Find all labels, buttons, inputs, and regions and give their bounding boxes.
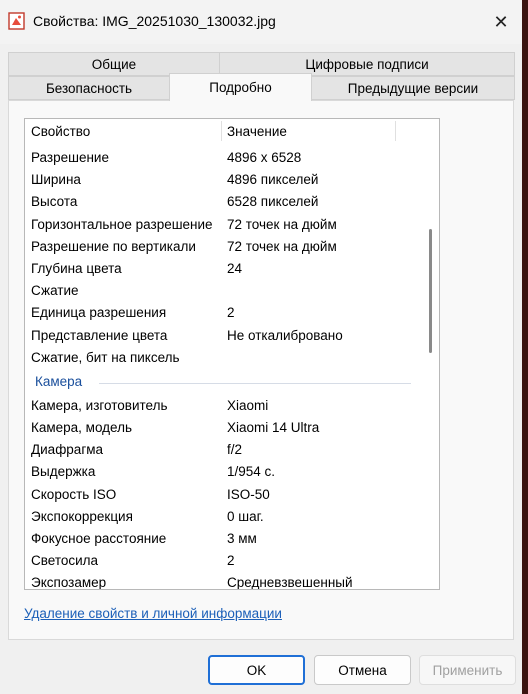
tab-details[interactable]: Подробно <box>169 73 312 101</box>
property-name: Сжатие <box>31 283 79 299</box>
list-item[interactable]: Сжатие <box>25 280 423 302</box>
apply-button[interactable]: Применить <box>419 655 516 685</box>
property-value: 72 точек на дюйм <box>227 238 337 254</box>
property-value: 24 <box>227 260 243 276</box>
list-item[interactable]: Ширина 4896 пикселей <box>25 169 423 191</box>
property-value: Xiaomi 14 Ultra <box>227 420 320 436</box>
property-value: 6528 пикселей <box>227 194 319 210</box>
property-name: Высота <box>31 194 78 210</box>
property-name: Разрешение <box>31 150 109 165</box>
cancel-button[interactable]: Отмена <box>314 655 411 685</box>
list-item[interactable]: Горизонтальное разрешение 72 точек на дюй… <box>25 214 423 236</box>
list-item[interactable]: Разрешение по вертикали 72 точек на дюйм <box>25 236 423 258</box>
property-value: 2 <box>227 305 235 321</box>
property-name: Представление цвета <box>31 327 168 343</box>
property-value: Xiaomi <box>227 397 269 413</box>
vertical-scrollbar[interactable] <box>423 119 439 589</box>
column-header-property[interactable]: Свойство <box>31 124 90 139</box>
list-item[interactable]: Камера, изготовитель Xiaomi <box>25 395 423 417</box>
list-header: Свойство Значение <box>25 119 423 143</box>
property-value: 4896 пикселей <box>227 172 319 188</box>
property-value: 0 шаг. <box>227 508 264 524</box>
list-item[interactable]: Сжатие, бит на пиксель <box>25 347 423 369</box>
list-item[interactable]: Представление цвета Не откалибровано <box>25 325 423 347</box>
scrollbar-thumb[interactable] <box>429 229 432 353</box>
property-name: Камера, модель <box>31 420 133 436</box>
property-name: Фокусное расстояние <box>31 531 167 546</box>
list-item[interactable]: Камера, модель Xiaomi 14 Ultra <box>25 417 423 439</box>
list-item[interactable]: Единица разрешения 2 <box>25 302 423 324</box>
property-value: Средневзвешенный <box>227 575 353 590</box>
group-header-camera[interactable]: Камера <box>25 369 423 395</box>
property-value: ISO-50 <box>227 486 270 502</box>
property-name: Экспокоррекция <box>31 508 133 524</box>
property-value: 3 мм <box>227 531 257 546</box>
tab-previous-versions[interactable]: Предыдущие версии <box>311 76 515 100</box>
desktop-background-edge <box>522 0 528 694</box>
image-file-icon <box>8 12 25 30</box>
list-item[interactable]: Светосила 2 <box>25 550 423 572</box>
property-name: Диафрагма <box>31 442 104 458</box>
list-item[interactable]: Экспокоррекция 0 шаг. <box>25 506 423 528</box>
group-divider <box>99 382 411 384</box>
property-name: Глубина цвета <box>31 260 122 276</box>
close-icon[interactable]: ✕ <box>486 8 516 36</box>
property-value: 1/954 с. <box>227 464 276 480</box>
list-item[interactable]: Разрешение 4896 x 6528 <box>25 147 423 169</box>
tab-security[interactable]: Безопасность <box>8 76 170 100</box>
ok-button[interactable]: OK <box>208 655 305 685</box>
title-bar: Свойства: IMG_20251030_130032.jpg ✕ <box>0 0 522 44</box>
property-value: 4896 x 6528 <box>227 150 302 165</box>
property-name: Камера, изготовитель <box>31 397 168 413</box>
list-item[interactable]: Глубина цвета 24 <box>25 258 423 280</box>
window-title: Свойства: IMG_20251030_130032.jpg <box>33 13 276 29</box>
list-item[interactable]: Скорость ISO ISO-50 <box>25 484 423 506</box>
list-item[interactable]: Диафрагма f/2 <box>25 439 423 461</box>
list-rows: Разрешение 4896 x 6528 Ширина 4896 пикселе… <box>25 147 423 590</box>
remove-properties-link[interactable]: Удаление свойств и личной информации <box>24 606 282 621</box>
property-name: Разрешение по вертикали <box>31 238 196 254</box>
group-title: Камера <box>35 373 83 389</box>
property-value: 72 точек на дюйм <box>227 216 337 232</box>
property-name: Экспозамер <box>31 575 107 590</box>
list-item[interactable]: Фокусное расстояние 3 мм <box>25 528 423 550</box>
property-name: Светосила <box>31 553 99 569</box>
column-divider[interactable] <box>395 121 396 141</box>
property-name: Сжатие, бит на пиксель <box>31 349 180 365</box>
property-name: Горизонтальное разрешение <box>31 216 213 232</box>
property-value: f/2 <box>227 442 243 458</box>
list-item[interactable]: Высота 6528 пикселей <box>25 191 423 213</box>
property-name: Выдержка <box>31 464 96 480</box>
property-value: 2 <box>227 553 235 569</box>
list-item[interactable]: Выдержка 1/954 с. <box>25 461 423 483</box>
property-value: Не откалибровано <box>227 327 343 343</box>
property-name: Единица разрешения <box>31 305 167 321</box>
property-name: Ширина <box>31 172 81 188</box>
property-name: Скорость ISO <box>31 486 117 502</box>
properties-list[interactable]: Свойство Значение Разрешение 4896 x 6528 … <box>24 118 440 590</box>
column-divider[interactable] <box>221 121 222 141</box>
list-item[interactable]: Экспозамер Средневзвешенный <box>25 572 423 590</box>
column-header-value[interactable]: Значение <box>227 124 287 139</box>
